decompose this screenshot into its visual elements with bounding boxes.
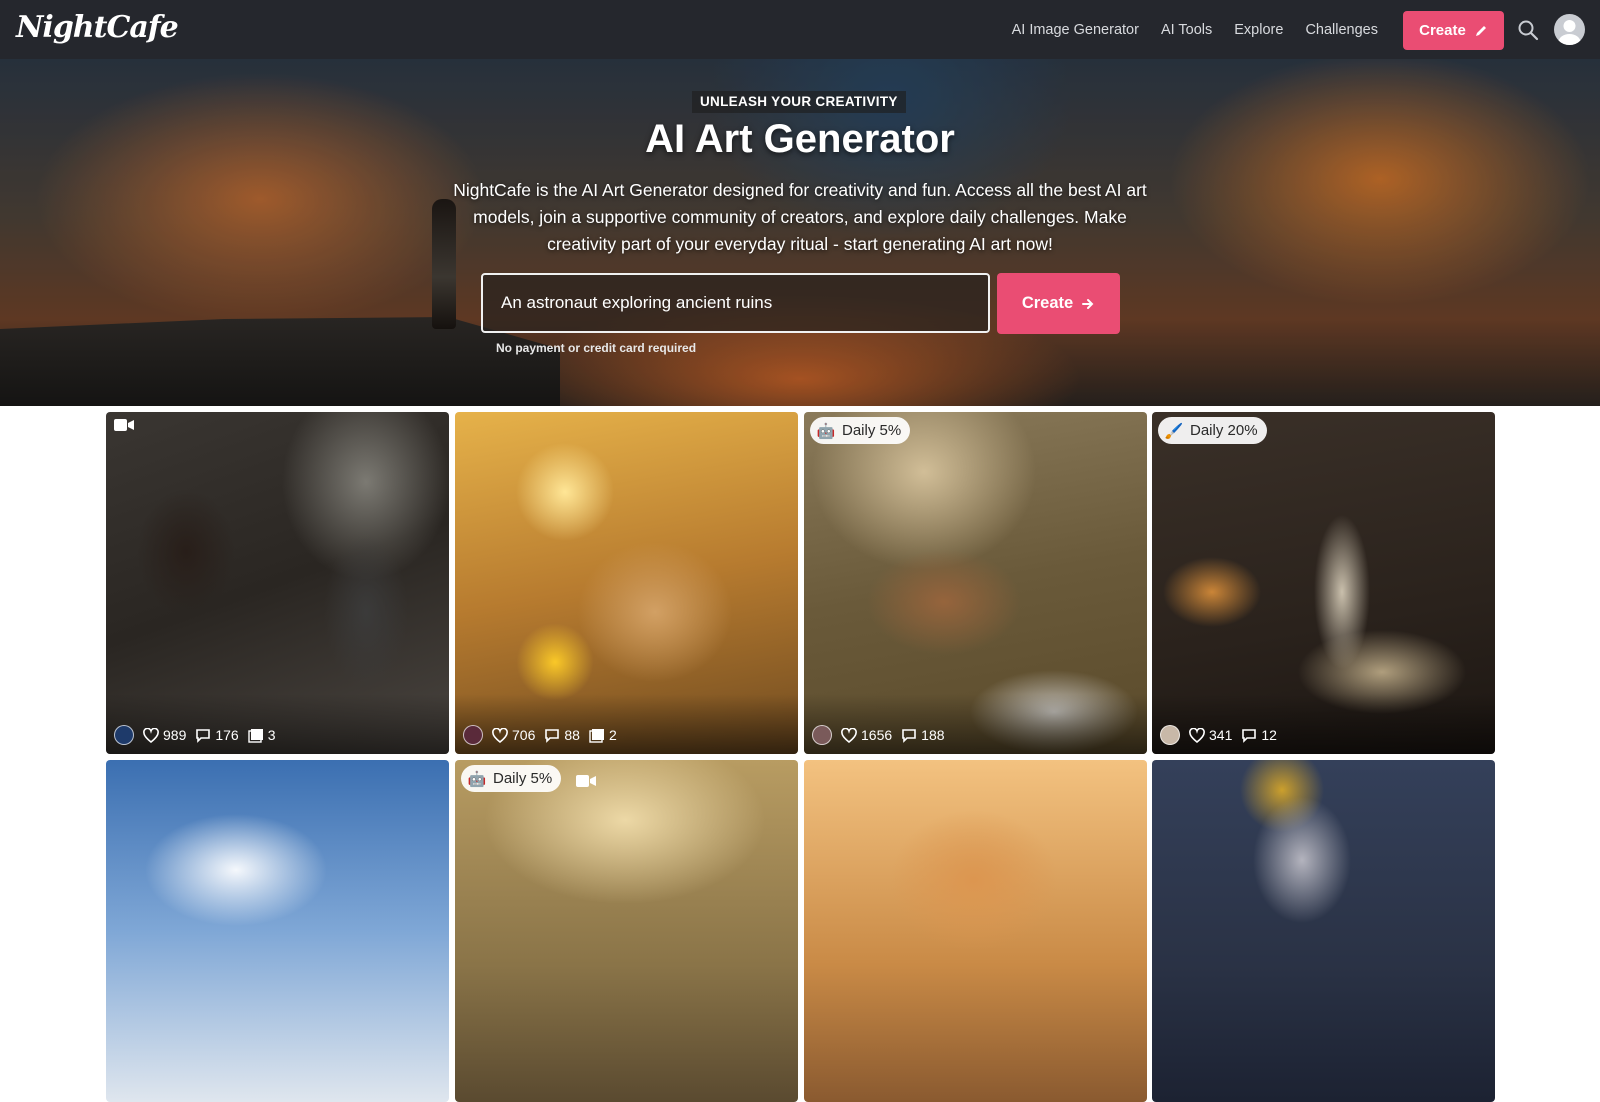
- heart-icon[interactable]: [143, 727, 159, 743]
- hero-title: AI Art Generator: [645, 117, 955, 161]
- hero-description: NightCafe is the AI Art Generator design…: [453, 180, 1147, 254]
- gallery-card[interactable]: [106, 760, 449, 1102]
- robot-icon: 🤖: [816, 422, 836, 440]
- comment-icon[interactable]: [901, 728, 917, 743]
- images-icon: [589, 728, 604, 743]
- card-stats: 706 88 2: [463, 724, 617, 746]
- comment-icon[interactable]: [1241, 728, 1257, 743]
- hero-create-button[interactable]: Create: [997, 273, 1120, 334]
- comment-count: 188: [921, 727, 945, 743]
- arrow-right-icon: [1082, 298, 1094, 309]
- gallery-card[interactable]: [804, 760, 1147, 1102]
- hero-create-label: Create: [1021, 294, 1074, 312]
- gallery-card[interactable]: 🤖 Daily 5% 1656 188: [804, 412, 1147, 754]
- nav-link-ai-image-generator[interactable]: AI Image Generator: [1012, 22, 1139, 38]
- card-stats: 341 12: [1160, 724, 1277, 746]
- nav-link-explore[interactable]: Explore: [1234, 22, 1283, 38]
- video-icon: [114, 419, 134, 431]
- gallery-card[interactable]: 706 88 2: [455, 412, 798, 754]
- creator-avatar[interactable]: [1160, 725, 1180, 745]
- top-nav: NightCafe AI Image Generator AI Tools Ex…: [0, 0, 1600, 59]
- challenge-badge: 🖌️ Daily 20%: [1158, 417, 1267, 444]
- gallery-card[interactable]: [1152, 760, 1495, 1102]
- comment-icon[interactable]: [195, 728, 211, 743]
- like-count: 706: [512, 727, 536, 743]
- gallery-card[interactable]: 989 176 3: [106, 412, 449, 754]
- gallery-card[interactable]: 🖌️ Daily 20% 341 12: [1152, 412, 1495, 754]
- images-icon: [248, 728, 263, 743]
- badge-label: Daily 20%: [1190, 422, 1258, 439]
- user-avatar[interactable]: [1554, 14, 1585, 45]
- nav-create-button[interactable]: Create: [1403, 11, 1504, 50]
- challenge-badge: 🤖 Daily 5%: [810, 417, 911, 444]
- comment-icon[interactable]: [544, 728, 560, 743]
- creator-avatar[interactable]: [114, 725, 134, 745]
- paintbrush-icon: 🖌️: [1164, 422, 1184, 440]
- comment-count: 12: [1261, 727, 1277, 743]
- search-icon[interactable]: [1517, 19, 1539, 41]
- badge-label: Daily 5%: [842, 422, 902, 439]
- like-count: 989: [163, 727, 187, 743]
- hero-section: UNLEASH YOUR CREATIVITY AI Art Generator…: [0, 59, 1600, 406]
- nav-create-label: Create: [1419, 22, 1466, 39]
- robot-icon: 🤖: [467, 770, 487, 788]
- comment-count: 176: [215, 727, 239, 743]
- creator-avatar[interactable]: [463, 725, 483, 745]
- image-count: 3: [267, 727, 276, 743]
- heart-icon[interactable]: [1189, 727, 1205, 743]
- user-silhouette-icon: [1558, 20, 1581, 45]
- nav-links: AI Image Generator AI Tools Explore Chal…: [1012, 0, 1378, 59]
- creator-avatar[interactable]: [812, 725, 832, 745]
- nightcafe-logo[interactable]: NightCafe: [16, 10, 179, 45]
- video-icon: [576, 775, 596, 787]
- nav-link-ai-tools[interactable]: AI Tools: [1161, 22, 1212, 38]
- pencil-icon: [1475, 25, 1486, 36]
- like-count: 341: [1209, 727, 1233, 743]
- heart-icon[interactable]: [841, 727, 857, 743]
- hero-eyebrow: UNLEASH YOUR CREATIVITY: [692, 91, 906, 113]
- heart-icon[interactable]: [492, 727, 508, 743]
- nav-link-challenges[interactable]: Challenges: [1305, 22, 1378, 38]
- challenge-badge: 🤖 Daily 5%: [461, 765, 562, 792]
- no-payment-note: No payment or credit card required: [496, 341, 697, 355]
- comment-count: 88: [564, 727, 580, 743]
- like-count: 1656: [861, 727, 893, 743]
- card-stats: 989 176 3: [114, 724, 276, 746]
- image-count: 2: [608, 727, 617, 743]
- gallery-card[interactable]: 🤖 Daily 5%: [455, 760, 798, 1102]
- badge-label: Daily 5%: [493, 770, 553, 787]
- prompt-input[interactable]: An astronaut exploring ancient ruins: [481, 273, 990, 333]
- card-stats: 1656 188: [812, 724, 945, 746]
